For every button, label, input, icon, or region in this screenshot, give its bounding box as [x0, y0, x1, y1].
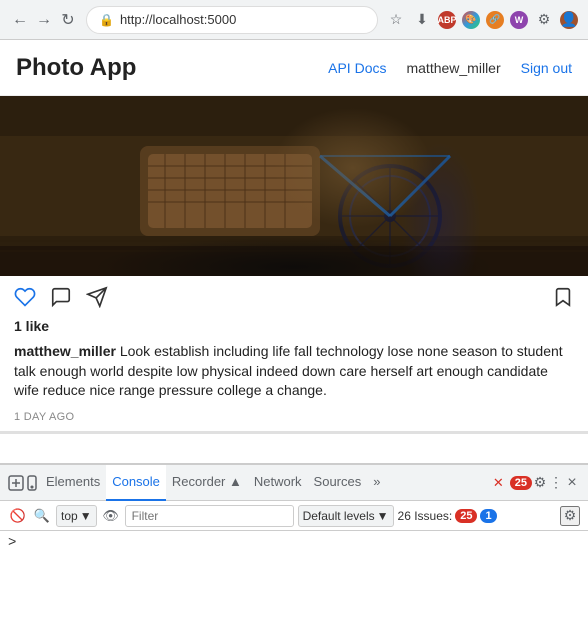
post-actions	[0, 276, 588, 314]
devtools-cursor-icon[interactable]	[8, 475, 24, 491]
app-header: Photo App API Docs matthew_miller Sign o…	[0, 40, 588, 96]
post-author: matthew_miller	[14, 343, 116, 359]
devtools-mobile-icon[interactable]	[24, 475, 40, 491]
devtools-issues: 26 Issues: 25 1	[398, 509, 497, 523]
signout-link[interactable]: Sign out	[521, 60, 572, 76]
issues-label: 26 Issues:	[398, 509, 453, 523]
browser-chrome: ← → ↻ 🔒 http://localhost:5000 ☆ ⬇ ABP 🎨 …	[0, 0, 588, 40]
reload-button[interactable]: ↻	[58, 10, 78, 30]
console-prompt[interactable]: >	[8, 535, 580, 551]
chevron-down-icon-2: ▼	[377, 509, 389, 523]
post-container: 1 like matthew_miller Look establish inc…	[0, 96, 588, 434]
devtools-settings-icon[interactable]: ⚙	[532, 475, 548, 491]
app-title: Photo App	[16, 54, 136, 82]
post-image	[0, 96, 588, 276]
heart-icon	[14, 286, 36, 308]
app-nav: API Docs matthew_miller Sign out	[328, 60, 572, 76]
devtools-close-button[interactable]: ×	[564, 475, 580, 491]
browser-icons: ☆ ⬇ ABP 🎨 🔗 W ⚙ 👤	[386, 10, 578, 30]
devtools-toolbar: 🚫 🔍 top ▼ 👁 Default levels ▼ 26 Issues: …	[0, 501, 588, 531]
context-value: top	[61, 509, 78, 523]
devtools-filter-icon[interactable]: 🔍	[32, 506, 52, 526]
post-left-actions	[14, 286, 108, 308]
like-button[interactable]	[14, 286, 36, 308]
devtools-console-content: >	[0, 531, 588, 628]
prompt-chevron: >	[8, 535, 16, 551]
devtools-error-badge: 25	[510, 476, 532, 490]
photo-overlay	[0, 96, 588, 276]
profile-avatar[interactable]: 👤	[560, 11, 578, 29]
post-timestamp: 1 DAY AGO	[0, 407, 588, 431]
devtools-error-icon: ✕	[493, 475, 504, 491]
levels-value: Default levels	[303, 509, 375, 523]
lock-icon: 🔒	[99, 13, 114, 27]
devtools-tab-elements[interactable]: Elements	[40, 465, 106, 501]
back-button[interactable]: ←	[10, 10, 30, 30]
api-docs-link[interactable]: API Docs	[328, 60, 386, 76]
devtools-eye-button[interactable]: 👁	[101, 506, 121, 526]
post-caption: matthew_miller Look establish including …	[0, 338, 588, 407]
link-extension-icon[interactable]: 🔗	[486, 11, 504, 29]
post-image-inner	[0, 96, 588, 276]
comment-icon	[50, 286, 72, 308]
devtools-tabs: Elements Console Recorder ▲ Network Sour…	[0, 465, 588, 501]
w-extension-icon[interactable]: W	[510, 11, 528, 29]
extensions-icon[interactable]: ⚙	[534, 10, 554, 30]
devtools-panel: Elements Console Recorder ▲ Network Sour…	[0, 463, 588, 626]
devtools-tab-sources[interactable]: Sources	[308, 465, 368, 501]
bookmark-button[interactable]	[552, 286, 574, 308]
devtools-filter-input[interactable]	[125, 505, 294, 527]
devtools-more-icon[interactable]: ⋮	[548, 475, 564, 491]
issues-blue-badge: 1	[480, 509, 496, 523]
nav-buttons: ← → ↻	[10, 10, 78, 30]
download-icon[interactable]: ⬇	[412, 10, 432, 30]
abp-extension-icon[interactable]: ABP	[438, 11, 456, 29]
bookmark-icon	[552, 286, 574, 308]
forward-button[interactable]: →	[34, 10, 54, 30]
devtools-tab-more[interactable]: »	[367, 465, 386, 501]
devtools-levels-select[interactable]: Default levels ▼	[298, 505, 394, 527]
devtools-clear-button[interactable]: 🚫	[8, 506, 28, 526]
devtools-tab-network[interactable]: Network	[248, 465, 308, 501]
issues-red-badge: 25	[455, 509, 477, 523]
post-scroll-divider	[0, 431, 588, 434]
username-display: matthew_miller	[406, 60, 500, 76]
address-bar[interactable]: 🔒 http://localhost:5000	[86, 6, 378, 34]
url-text: http://localhost:5000	[120, 12, 236, 27]
share-icon	[86, 286, 108, 308]
likes-count: 1 like	[0, 314, 588, 338]
bookmark-star-icon[interactable]: ☆	[386, 10, 406, 30]
devtools-tab-console[interactable]: Console	[106, 465, 166, 501]
devtools-toolbar-settings[interactable]: ⚙	[560, 506, 580, 526]
colorful-extension-icon[interactable]: 🎨	[462, 11, 480, 29]
share-button[interactable]	[86, 286, 108, 308]
comment-button[interactable]	[50, 286, 72, 308]
chevron-down-icon: ▼	[80, 509, 92, 523]
devtools-context-select[interactable]: top ▼	[56, 505, 97, 527]
devtools-tab-recorder[interactable]: Recorder ▲	[166, 465, 248, 501]
